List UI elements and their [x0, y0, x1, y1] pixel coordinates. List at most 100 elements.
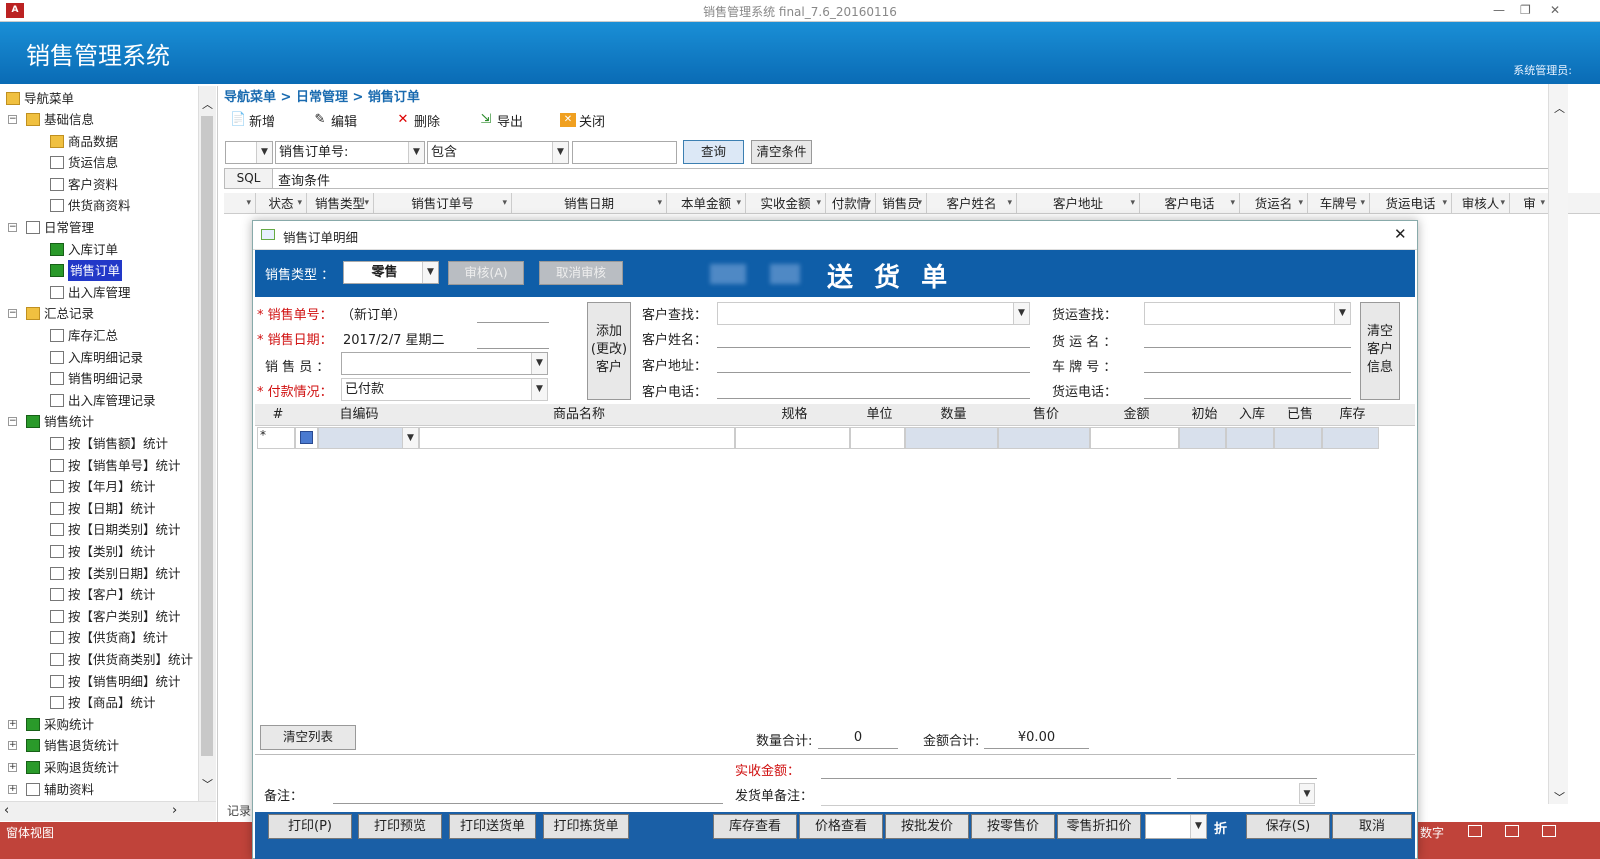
sale-type-select[interactable]: 零售 ▼ [343, 261, 439, 284]
grid-column-header[interactable]: 销售日期 [512, 193, 667, 214]
grid-column-header[interactable]: 审 [1510, 193, 1550, 214]
nav-scrollbar[interactable]: ︿ ﹀ [198, 86, 216, 801]
nav-item-label: 按【供货商】统计 [68, 630, 169, 646]
form-icon [261, 229, 275, 240]
shipping-name-field[interactable] [1144, 326, 1351, 348]
clear-list-button[interactable]: 清空列表 [260, 725, 356, 750]
received-amount-field[interactable] [821, 757, 1171, 779]
expand-icon[interactable]: + [8, 719, 17, 729]
folder-icon [26, 307, 40, 321]
spec-cell[interactable] [735, 427, 850, 449]
grid-column-header[interactable]: 销售类型 [307, 193, 374, 214]
form-view-icon[interactable] [1468, 825, 1482, 837]
print-pick-button[interactable]: 打印拣货单 [543, 814, 629, 839]
collapse-icon[interactable]: − [8, 417, 17, 427]
close-window-icon[interactable]: ✕ [1550, 3, 1560, 17]
dialog-close-icon[interactable]: ✕ [1394, 225, 1407, 243]
restore-icon[interactable]: ❐ [1520, 3, 1531, 17]
collapse-icon[interactable]: − [8, 115, 17, 124]
salesman-select[interactable]: ▼ [341, 352, 548, 375]
minimize-icon[interactable]: — [1493, 3, 1505, 17]
grid-column-header[interactable]: 付款情 [826, 193, 876, 214]
expand-icon[interactable]: + [8, 741, 17, 751]
unaudit-button[interactable]: 取消审核 [539, 261, 623, 285]
delete-button[interactable]: ✕ 删除 [395, 110, 440, 130]
scroll-right-icon[interactable]: › [172, 803, 177, 818]
expand-icon[interactable]: + [8, 784, 17, 794]
scroll-down-icon[interactable]: ﹀ [1554, 789, 1565, 805]
grid-column-header[interactable]: 状态 [256, 193, 307, 214]
sku-select[interactable]: ▼ [318, 427, 419, 449]
query-button[interactable]: 查询 [683, 140, 744, 164]
grid-column-header[interactable]: 客户电话 [1140, 193, 1240, 214]
unit-cell[interactable] [850, 427, 905, 449]
doc-icon [50, 437, 64, 450]
save-button[interactable]: 保存(S) [1246, 814, 1330, 839]
filter-operator-select[interactable]: 包含 ▼ [427, 141, 569, 164]
scroll-up-icon[interactable]: ︿ [202, 96, 213, 112]
collapse-icon[interactable]: − [8, 309, 17, 319]
filter-prefix-select[interactable]: ▼ [225, 141, 273, 164]
shipping-search-select[interactable]: ▼ [1144, 302, 1351, 325]
collapse-icon[interactable]: − [8, 223, 17, 232]
amount-cell[interactable] [1090, 427, 1179, 449]
scroll-thumb[interactable] [201, 116, 213, 756]
grid-column-header[interactable]: 货运名 [1240, 193, 1308, 214]
design-view-icon[interactable] [1542, 825, 1556, 837]
print-preview-button[interactable]: 打印预览 [358, 814, 442, 839]
scroll-down-icon[interactable]: ﹀ [202, 776, 213, 792]
audit-button[interactable]: 审核(A) [448, 261, 524, 285]
customer-phone-field[interactable] [717, 377, 1030, 399]
print-button[interactable]: 打印(P) [268, 814, 352, 839]
cancel-button[interactable]: 取消 [1332, 814, 1412, 839]
window-titlebar: A 销售管理系统 final_7.6_20160116 — ❐ ✕ [0, 0, 1600, 22]
stock-view-button[interactable]: 库存查看 [713, 814, 797, 839]
add-customer-button[interactable]: 添加(更改)客户 [587, 302, 631, 400]
edit-button[interactable]: ✎ 编辑 [312, 110, 357, 130]
grid-column-header[interactable]: 销售订单号 [374, 193, 512, 214]
grid-column-header[interactable]: 客户地址 [1017, 193, 1140, 214]
ship-remark-select[interactable]: ▼ [821, 783, 1315, 806]
grid-column-header[interactable]: 实收金额 [746, 193, 826, 214]
new-button[interactable]: 📄 新增 [230, 110, 275, 130]
close-button[interactable]: ✕ 关闭 [560, 110, 605, 130]
plate-field[interactable] [1144, 351, 1351, 373]
grid-column-header[interactable]: 本单金额 [667, 193, 746, 214]
sql-button[interactable]: SQL [225, 169, 273, 188]
customer-search-select[interactable]: ▼ [717, 302, 1030, 325]
main-vscrollbar[interactable]: ︿ ﹀ [1548, 84, 1568, 804]
grid-column-header[interactable]: 货运电话 [1370, 193, 1452, 214]
filter-value-input[interactable] [572, 141, 677, 164]
export-button[interactable]: ⇲ 导出 [478, 110, 523, 130]
product-name-cell[interactable] [419, 427, 735, 449]
filter-field-select[interactable]: 销售订单号: ▼ [275, 141, 425, 164]
retail-price-button[interactable]: 按零售价 [971, 814, 1055, 839]
nav-hscrollbar[interactable]: ‹ › [0, 801, 216, 821]
payment-select[interactable]: 已付款 ▼ [341, 378, 548, 401]
chevron-down-icon: ▼ [1299, 783, 1315, 804]
customer-name-field[interactable] [717, 326, 1030, 348]
price-cell[interactable] [998, 427, 1090, 449]
retail-discount-button[interactable]: 零售折扣价 [1057, 814, 1141, 839]
discount-select[interactable]: ▼ [1145, 814, 1207, 839]
scroll-left-icon[interactable]: ‹ [4, 803, 9, 818]
wholesale-price-button[interactable]: 按批发价 [885, 814, 969, 839]
clear-customer-button[interactable]: 清空客户信息 [1360, 302, 1400, 400]
quantity-cell[interactable] [905, 427, 998, 449]
datasheet-view-icon[interactable] [1505, 825, 1519, 837]
product-picker-icon[interactable] [295, 427, 318, 449]
grid-column-header[interactable]: 审核人 [1452, 193, 1510, 214]
price-view-button[interactable]: 价格查看 [799, 814, 883, 839]
remark-field[interactable] [333, 782, 723, 804]
customer-address-field[interactable] [717, 351, 1030, 373]
grid-column-header[interactable]: 车牌号 [1308, 193, 1370, 214]
scroll-up-icon[interactable]: ︿ [1554, 100, 1565, 116]
shipping-phone-field[interactable] [1144, 377, 1351, 399]
sale-date-value[interactable]: 2017/2/7 星期二 [343, 329, 445, 348]
grid-column-header[interactable]: 客户姓名 [927, 193, 1017, 214]
expand-icon[interactable]: + [8, 763, 17, 772]
print-delivery-button[interactable]: 打印送货单 [449, 814, 536, 839]
clear-conditions-button[interactable]: 清空条件 [751, 140, 812, 164]
grid-column-header[interactable]: 销售员 [876, 193, 927, 214]
sql-query-text[interactable]: 查询条件 [278, 170, 330, 189]
